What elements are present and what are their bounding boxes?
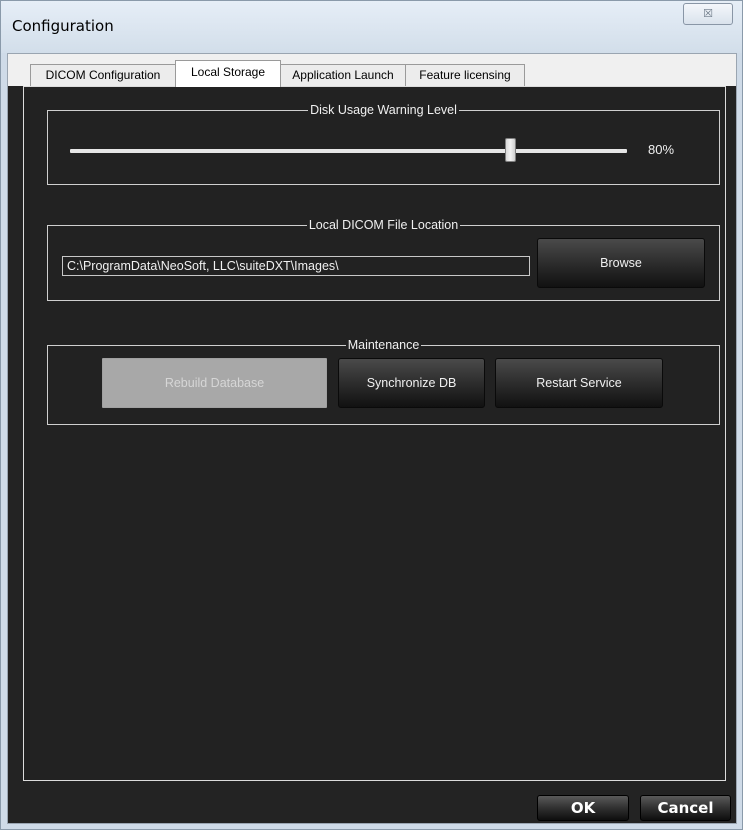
restart-service-button[interactable]: Restart Service <box>495 358 663 408</box>
rebuild-database-button[interactable]: Rebuild Database <box>102 358 327 408</box>
title-bar: Configuration ☒ <box>1 1 742 53</box>
configuration-window: Configuration ☒ DICOM Configuration Loca… <box>0 0 743 830</box>
tab-strip: DICOM Configuration Local Storage Applic… <box>8 54 736 87</box>
close-button[interactable]: ☒ <box>683 3 733 25</box>
disk-usage-slider-thumb[interactable] <box>505 138 516 162</box>
tab-dicom-configuration[interactable]: DICOM Configuration <box>30 64 176 86</box>
file-location-group: Local DICOM File Location C:\ProgramData… <box>47 218 720 301</box>
maintenance-group: Maintenance Rebuild Database Synchronize… <box>47 338 720 425</box>
tab-feature-licensing[interactable]: Feature licensing <box>405 64 525 86</box>
maintenance-group-title: Maintenance <box>345 338 422 352</box>
disk-usage-value: 80% <box>648 142 675 157</box>
disk-usage-group: Disk Usage Warning Level 80% <box>47 103 720 185</box>
browse-button[interactable]: Browse <box>537 238 705 288</box>
ok-button[interactable]: OK <box>537 795 629 821</box>
tab-local-storage[interactable]: Local Storage <box>175 60 281 87</box>
file-location-group-title: Local DICOM File Location <box>306 218 461 232</box>
file-location-input[interactable]: C:\ProgramData\NeoSoft, LLC\suiteDXT\Ima… <box>62 256 530 276</box>
cancel-button[interactable]: Cancel <box>640 795 731 821</box>
close-icon: ☒ <box>703 7 713 20</box>
disk-usage-group-title: Disk Usage Warning Level <box>308 103 459 117</box>
synchronize-db-button[interactable]: Synchronize DB <box>338 358 485 408</box>
tab-application-launch[interactable]: Application Launch <box>280 64 406 86</box>
local-storage-panel: Disk Usage Warning Level 80% Local DICOM… <box>23 86 726 781</box>
dialog-client-area: DICOM Configuration Local Storage Applic… <box>7 53 737 824</box>
window-title: Configuration <box>12 17 114 35</box>
disk-usage-slider-track[interactable] <box>70 149 627 153</box>
